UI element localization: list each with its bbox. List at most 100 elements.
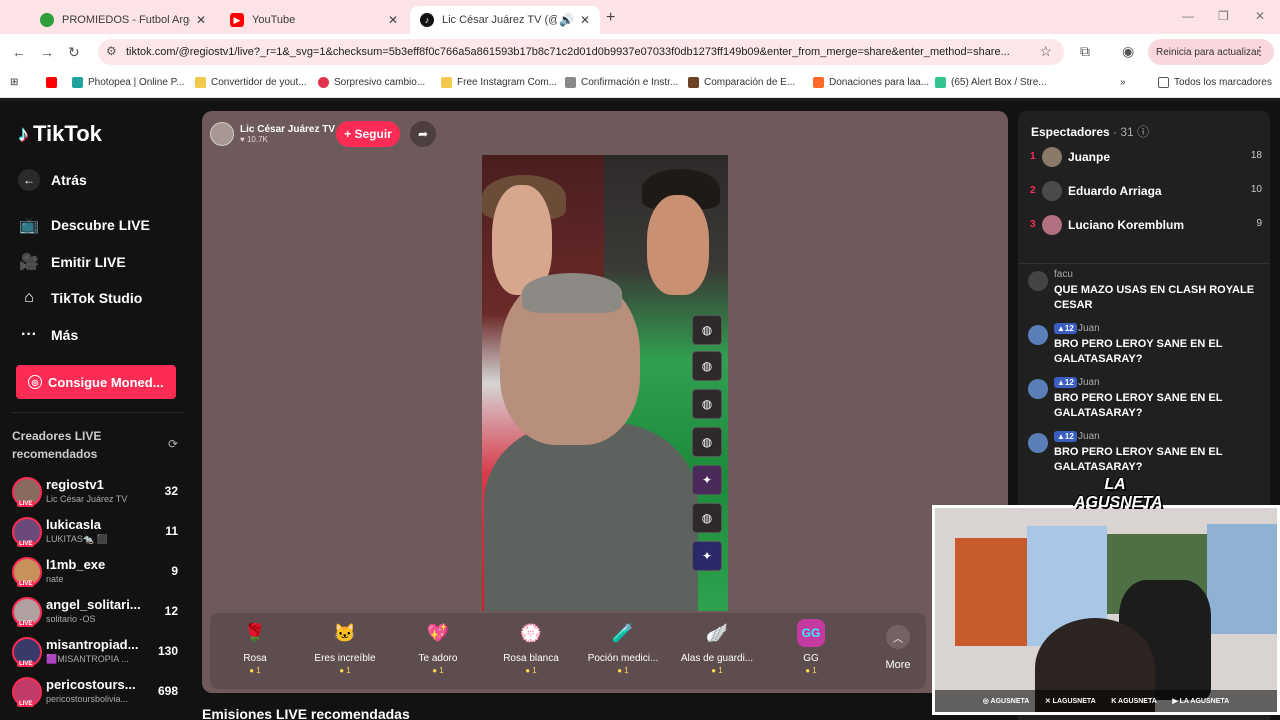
forward-arrow-icon[interactable]: → (40, 44, 54, 60)
apps-grid-icon[interactable]: ⊞ (10, 77, 18, 88)
chat-message[interactable]: facu QUE MAZO USAS EN CLASH ROYALE CESAR (1028, 269, 1260, 319)
creator-item[interactable]: LIVE angel_solitari... solitario -OS 12 (12, 595, 184, 631)
creator-item[interactable]: LIVE misantropiad... 🟪MISANTROPIA ... 130 (12, 635, 184, 671)
top-viewer-row[interactable]: 3 Luciano Koremblum 9 (1030, 215, 1262, 239)
nav-tiktok-studio[interactable]: ⌂ TikTok Studio (18, 289, 142, 307)
top-viewer-row[interactable]: 2 Eduardo Arriaga 10 (1030, 181, 1262, 205)
back-arrow-icon[interactable]: ← (12, 44, 26, 60)
follow-button[interactable]: + Seguir (336, 121, 400, 147)
bookmarks-overflow[interactable]: » (1120, 77, 1126, 88)
gift-price: ● 1 (617, 666, 629, 675)
chat-message[interactable]: ▲12 Juan BRO PERO LEROY SANE EN EL GALATAS… (1028, 323, 1260, 373)
close-icon[interactable]: ✕ (196, 13, 206, 27)
site-info-icon[interactable]: ⚙ (106, 44, 117, 58)
speaker-icon[interactable]: 🔊 (559, 13, 574, 27)
guest-avatar[interactable]: ◍ (692, 427, 722, 457)
tab-promiedos[interactable]: PROMIEDOS - Futbol Argentino ✕ (30, 6, 216, 34)
bookmark-sorpresivo[interactable]: Sorpresivo cambio... (318, 77, 425, 88)
close-window-icon[interactable]: ✕ (1255, 9, 1265, 23)
gift-item[interactable]: 🌹 Rosa ● 1 (210, 619, 300, 683)
creator-item[interactable]: LIVE l1mb_exe nate 9 (12, 555, 184, 591)
viewer-avatar[interactable] (1042, 181, 1062, 201)
nav-mas[interactable]: ··· Más (18, 326, 78, 344)
nav-descubre-live[interactable]: 📺 Descubre LIVE (18, 215, 150, 235)
viewer-avatar[interactable] (1042, 147, 1062, 167)
creator-item[interactable]: LIVE pericostours... pericostoursbolivia..… (12, 675, 184, 711)
tab-tiktok-live[interactable]: ♪ Lic César Juárez TV (@regiostv1) en Ti… (410, 6, 600, 34)
new-tab-button[interactable]: + (606, 9, 615, 27)
update-button[interactable]: Reinicia para actualizar ⋮ (1148, 39, 1274, 65)
creator-item[interactable]: LIVE lukicasla LUKITAS🐀 ⬛ 11 (12, 515, 184, 551)
bookmark-convertidor[interactable]: Convertidor de yout... (195, 77, 307, 88)
bookmark-star-icon[interactable]: ☆ (1039, 43, 1052, 60)
profile-icon[interactable]: ◉ (1122, 43, 1134, 60)
minimize-icon[interactable]: — (1182, 9, 1194, 23)
bookmark-photopea[interactable]: Photopea | Online P... (72, 77, 184, 88)
folder-icon (1158, 77, 1169, 88)
tiktok-logo[interactable]: ♪ TikTok (18, 121, 102, 147)
close-icon[interactable]: ✕ (388, 13, 398, 27)
bookmark-comparacion[interactable]: Comparación de E... (688, 77, 795, 88)
gift-item[interactable]: 🐱 Eres increíble ● 1 (300, 619, 390, 683)
gift-item[interactable]: 💖 Te adoro ● 1 (393, 619, 483, 683)
back-link[interactable]: ← Atrás (18, 169, 87, 191)
chat-username[interactable]: facu (1054, 269, 1073, 280)
nav-emitir-live[interactable]: 🎥 Emitir LIVE (18, 252, 126, 272)
chat-avatar[interactable] (1028, 271, 1048, 291)
chat-username[interactable]: Juan (1078, 323, 1100, 334)
get-coins-button[interactable]: ◎ Consigue Moned... (16, 365, 176, 399)
live-badge: LIVE (17, 621, 35, 627)
gift-item[interactable]: 💮 Rosa blanca ● 1 (486, 619, 576, 683)
viewers-header[interactable]: Espectadores · 31 ⓘ (1031, 123, 1149, 140)
chat-message[interactable]: ▲12 Juan BRO PERO LEROY SANE EN EL GALATAS… (1028, 431, 1260, 481)
more-gifts-button[interactable]: ︿ More (876, 621, 920, 681)
tab-youtube[interactable]: ▶ YouTube ✕ (220, 6, 408, 34)
chat-avatar[interactable] (1028, 433, 1048, 453)
close-icon[interactable]: ✕ (580, 13, 590, 27)
restore-icon[interactable]: ❐ (1218, 9, 1229, 23)
gift-item[interactable]: 🧪 Poción medici... ● 1 (578, 619, 668, 683)
info-icon[interactable]: ⓘ (1137, 125, 1149, 139)
live-badge: LIVE (17, 661, 35, 667)
refresh-icon[interactable]: ⟳ (168, 437, 178, 451)
more-label: More (885, 659, 911, 671)
promiedos-icon (40, 13, 54, 27)
chat-username[interactable]: Juan (1078, 377, 1100, 388)
bookmark-instagram[interactable]: Free Instagram Com... (441, 77, 557, 88)
gift-item[interactable]: 🪽 Alas de guardi... ● 1 (672, 619, 762, 683)
guest-avatar[interactable]: ✦ (692, 465, 722, 495)
bookmark-youtube[interactable] (46, 77, 62, 88)
viewer-avatar[interactable] (1042, 215, 1062, 235)
video-frame[interactable]: ◍ ◍ ◍ ◍ ✦ ◍ ✦ (482, 155, 728, 611)
url-text: tiktok.com/@regiostv1/live?_r=1&_svg=1&c… (126, 46, 1010, 58)
guest-avatar[interactable]: ◍ (692, 351, 722, 381)
viewers-label: Espectadores (1031, 125, 1110, 139)
all-bookmarks[interactable]: Todos los marcadores (1158, 77, 1272, 88)
gift-icon: 💮 (519, 622, 543, 643)
host-avatar[interactable] (210, 122, 234, 146)
share-icon[interactable]: ➦ (410, 121, 436, 147)
guest-avatar[interactable]: ◍ (692, 389, 722, 419)
top-viewer-row[interactable]: 1 Juanpe 18 (1030, 147, 1262, 171)
level-badge: ▲12 (1054, 377, 1077, 388)
viewer-count: 9 (171, 564, 178, 578)
gift-item[interactable]: GG GG ● 1 (766, 619, 856, 683)
creator-item[interactable]: LIVE regiostv1 Lic César Juárez TV 32 (12, 475, 184, 511)
chat-avatar[interactable] (1028, 379, 1048, 399)
extensions-icon[interactable]: ⧉ (1080, 43, 1090, 60)
guest-avatar[interactable]: ◍ (692, 503, 722, 533)
gift-name: Alas de guardi... (680, 653, 754, 664)
chat-username[interactable]: Juan (1078, 431, 1100, 442)
chat-message[interactable]: ▲12 Juan BRO PERO LEROY SANE EN EL GALATAS… (1028, 377, 1260, 427)
recommended-creators-title: Creadores LIVE recomendados (12, 429, 102, 461)
menu-dots-icon[interactable]: ⋮ (1254, 44, 1266, 58)
bookmark-donaciones[interactable]: Donaciones para laa... (813, 77, 929, 88)
bookmark-alertbox[interactable]: (65) Alert Box / Stre... (935, 77, 1047, 88)
chat-avatar[interactable] (1028, 325, 1048, 345)
guest-avatar[interactable]: ✦ (692, 541, 722, 571)
site-icon (688, 77, 699, 88)
address-bar[interactable]: ⚙ tiktok.com/@regiostv1/live?_r=1&_svg=1… (98, 39, 1064, 65)
guest-avatar[interactable]: ◍ (692, 315, 722, 345)
reload-icon[interactable]: ↻ (68, 44, 80, 61)
bookmark-confirmacion[interactable]: Confirmación e Instr... (565, 77, 678, 88)
